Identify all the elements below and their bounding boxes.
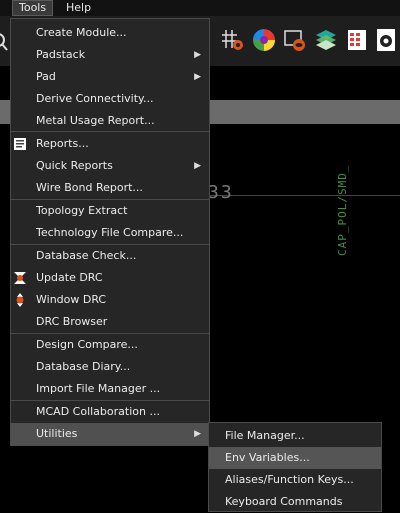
search-icon[interactable] [0, 30, 10, 52]
menu-bar: Tools Help [0, 0, 400, 16]
grid-settings-icon[interactable] [221, 28, 245, 52]
menu-item-derive-connectivity[interactable]: Derive Connectivity... [11, 88, 209, 110]
menu-item-topology-extract[interactable]: Topology Extract [11, 200, 209, 222]
menu-item-metal-usage-report[interactable]: Metal Usage Report... [11, 110, 209, 132]
submenu-item-file-manager[interactable]: File Manager... [209, 425, 381, 447]
update-drc-icon [14, 272, 26, 284]
menu-item-wire-bond-report[interactable]: Wire Bond Report... [11, 177, 209, 199]
menu-item-update-drc[interactable]: Update DRC [11, 267, 209, 289]
menu-item-drc-browser[interactable]: DRC Browser [11, 311, 209, 333]
menu-item-design-compare[interactable]: Design Compare... [11, 334, 209, 356]
submenu-item-env-variables[interactable]: Env Variables... [209, 447, 381, 469]
settings-page-icon[interactable] [374, 28, 398, 52]
layers-icon[interactable] [314, 28, 338, 52]
menu-item-pad[interactable]: Pad ▶ [11, 66, 209, 88]
submenu-arrow-icon: ▶ [194, 72, 201, 82]
submenu-arrow-icon: ▶ [194, 161, 201, 171]
menu-item-window-drc[interactable]: Window DRC [11, 289, 209, 311]
submenu-arrow-icon: ▶ [194, 429, 201, 439]
menu-item-database-check[interactable]: Database Check... [11, 245, 209, 267]
menu-item-padstack[interactable]: Padstack ▶ [11, 44, 209, 66]
window-visibility-icon[interactable] [283, 28, 307, 52]
menu-tools[interactable]: Tools [12, 0, 54, 16]
spreadsheet-icon[interactable] [345, 28, 369, 52]
menu-item-utilities[interactable]: Utilities ▶ [11, 423, 209, 445]
color-wheel-icon[interactable] [252, 28, 276, 52]
submenu-arrow-icon: ▶ [194, 50, 201, 60]
menu-item-reports[interactable]: Reports... [11, 133, 209, 155]
report-icon [14, 138, 26, 150]
utilities-submenu: File Manager... Env Variables... Aliases… [208, 422, 382, 512]
menu-item-mcad-collaboration[interactable]: MCAD Collaboration ... [11, 401, 209, 423]
menu-item-import-file-manager[interactable]: Import File Manager ... [11, 378, 209, 400]
canvas-label: 33 [208, 182, 234, 203]
menu-item-create-module[interactable]: Create Module... [11, 22, 209, 44]
menu-item-database-diary[interactable]: Database Diary... [11, 356, 209, 378]
menu-item-technology-file-compare[interactable]: Technology File Compare... [11, 222, 209, 244]
window-drc-icon [16, 293, 24, 307]
submenu-item-keyboard-commands[interactable]: Keyboard Commands [209, 491, 381, 513]
menu-item-quick-reports[interactable]: Quick Reports ▶ [11, 155, 209, 177]
submenu-item-aliases-function-keys[interactable]: Aliases/Function Keys... [209, 469, 381, 491]
menu-help[interactable]: Help [60, 0, 97, 16]
canvas-component-label: CAP_POL/SMD_ [336, 164, 349, 256]
tools-menu: Create Module... Padstack ▶ Pad ▶ Derive C… [10, 18, 210, 446]
menu-separator [11, 131, 209, 132]
